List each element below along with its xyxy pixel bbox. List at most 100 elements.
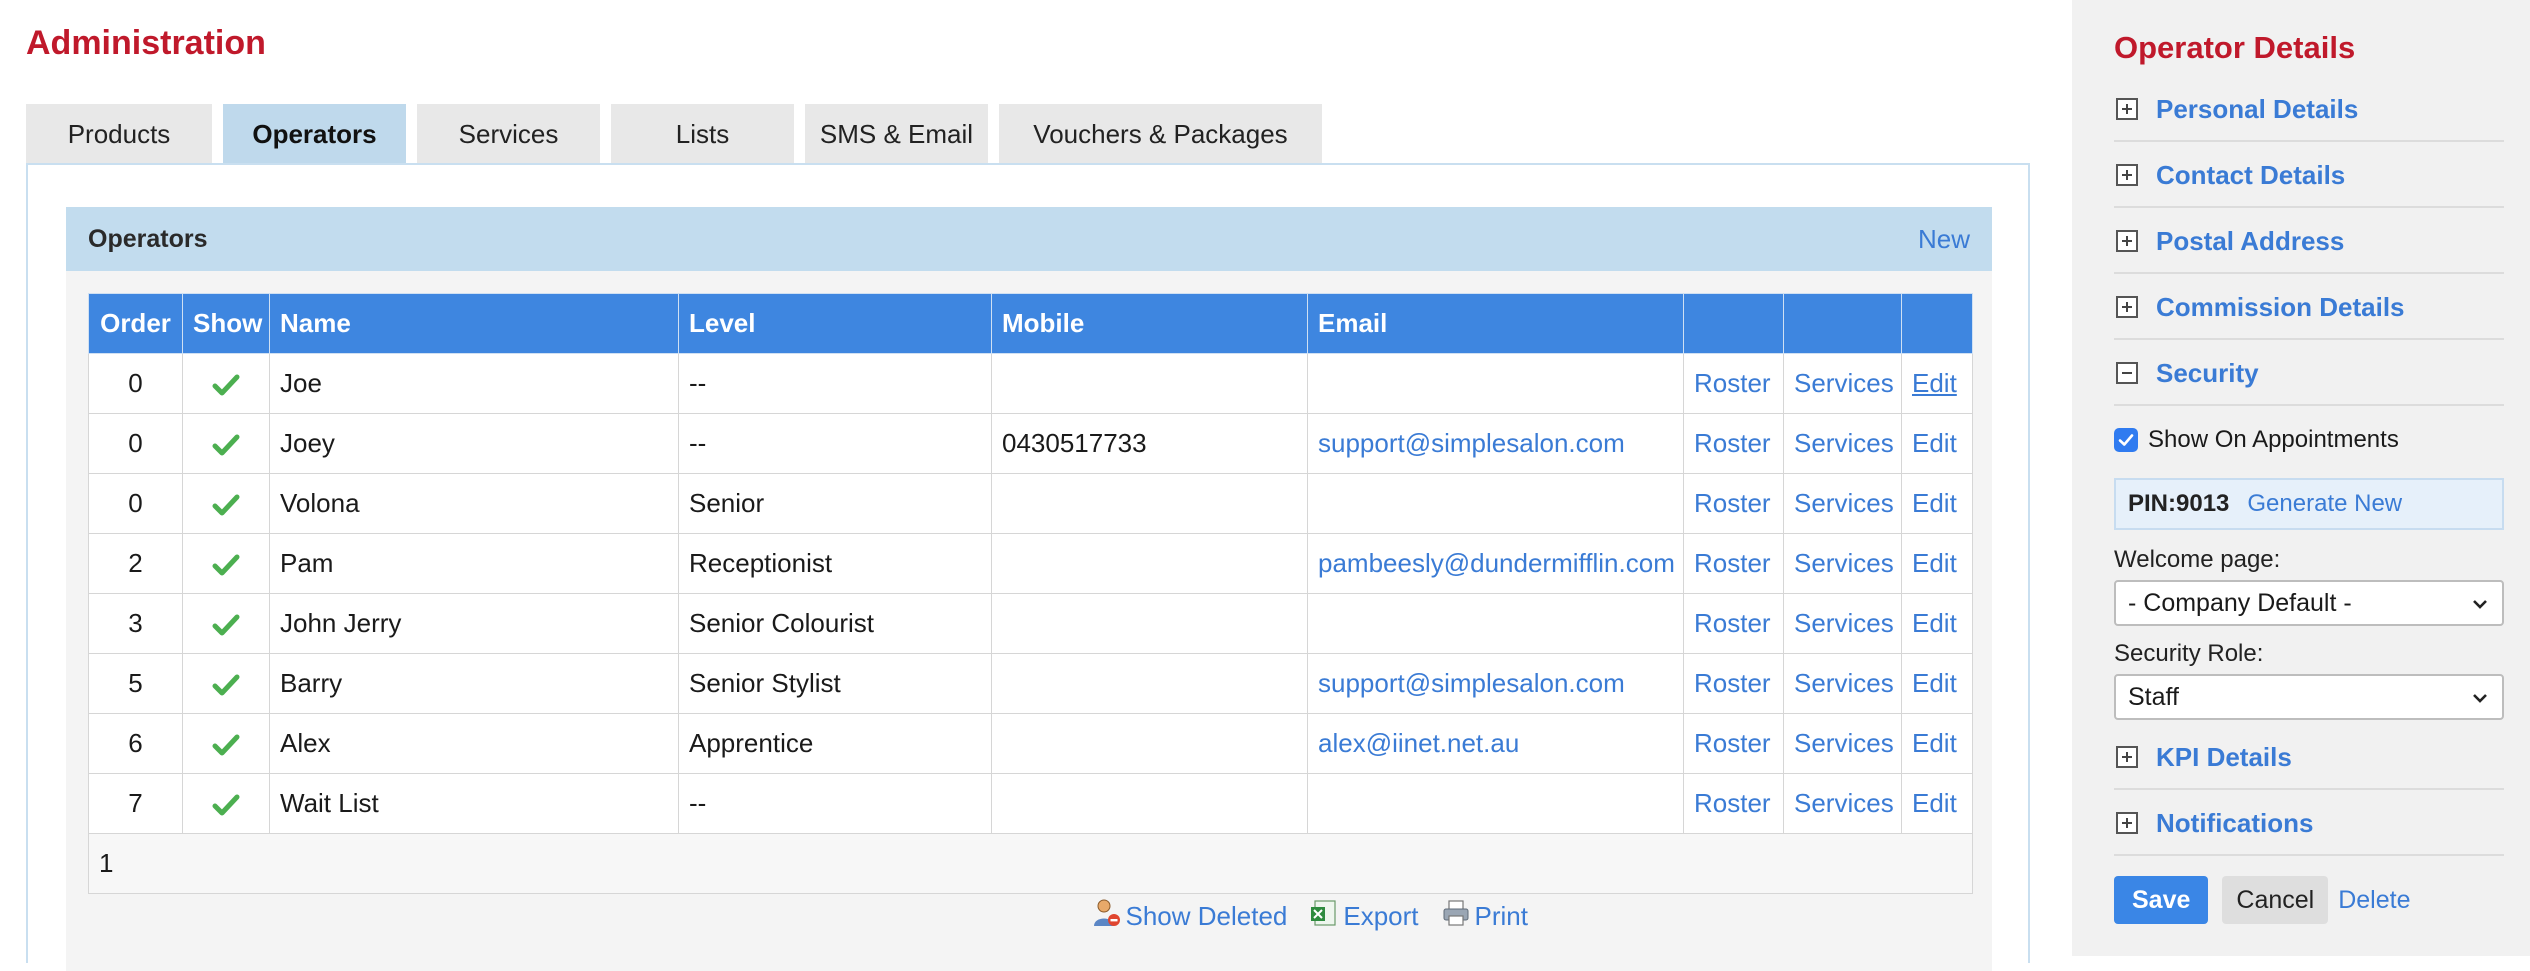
- col-header-show[interactable]: Show: [182, 293, 270, 354]
- col-header-level[interactable]: Level: [678, 293, 992, 354]
- col-header-roster: [1683, 293, 1784, 354]
- section-kpi-details[interactable]: KPI Details: [2114, 726, 2504, 790]
- edit-link[interactable]: Edit: [1912, 788, 1957, 818]
- col-header-mobile[interactable]: Mobile: [991, 293, 1308, 354]
- section-label[interactable]: Security: [2156, 358, 2259, 389]
- roster-link[interactable]: Roster: [1694, 368, 1771, 398]
- services-link[interactable]: Services: [1794, 788, 1894, 818]
- edit-link[interactable]: Edit: [1912, 368, 1957, 398]
- delete-link[interactable]: Delete: [2338, 886, 2410, 915]
- tab-lists[interactable]: Lists: [611, 104, 794, 164]
- services-link[interactable]: Services: [1794, 608, 1894, 638]
- cancel-button[interactable]: Cancel: [2222, 876, 2329, 924]
- show-on-appointments[interactable]: Show On Appointments: [2114, 426, 2399, 454]
- page-number[interactable]: 1: [88, 833, 1973, 894]
- section-label[interactable]: Commission Details: [2156, 292, 2405, 323]
- roster-link[interactable]: Roster: [1694, 428, 1771, 458]
- name-cell: Alex: [269, 713, 679, 774]
- services-link[interactable]: Services: [1794, 488, 1894, 518]
- table-row: 5 Barry Senior Stylist support@simplesalon.…: [88, 653, 1973, 714]
- email-link[interactable]: alex@iinet.net.au: [1318, 728, 1519, 758]
- show-on-appointments-label: Show On Appointments: [2148, 426, 2399, 453]
- show-deleted-action[interactable]: Show Deleted: [1091, 898, 1287, 935]
- name-cell: Joe: [269, 353, 679, 414]
- col-header-services: [1783, 293, 1902, 354]
- collapse-minus-icon[interactable]: [2116, 362, 2138, 384]
- security-role-select[interactable]: Staff: [2114, 674, 2504, 720]
- services-link[interactable]: Services: [1794, 548, 1894, 578]
- save-button[interactable]: Save: [2114, 876, 2209, 924]
- roster-link[interactable]: Roster: [1694, 548, 1771, 578]
- col-header-email[interactable]: Email: [1307, 293, 1684, 354]
- section-label[interactable]: Postal Address: [2156, 226, 2344, 257]
- level-cell: Apprentice: [678, 713, 992, 774]
- roster-link[interactable]: Roster: [1694, 488, 1771, 518]
- order-cell: 2: [88, 533, 183, 594]
- edit-link[interactable]: Edit: [1912, 548, 1957, 578]
- section-label[interactable]: KPI Details: [2156, 742, 2292, 773]
- section-postal-address[interactable]: Postal Address: [2114, 210, 2504, 274]
- expand-plus-icon[interactable]: [2116, 164, 2138, 186]
- edit-link[interactable]: Edit: [1912, 488, 1957, 518]
- roster-cell: Roster: [1683, 773, 1784, 834]
- section-label[interactable]: Notifications: [2156, 808, 2313, 839]
- order-cell: 0: [88, 353, 183, 414]
- check-icon: [211, 488, 241, 518]
- email-link[interactable]: support@simplesalon.com: [1318, 428, 1625, 458]
- show-cell: [182, 713, 270, 774]
- expand-plus-icon[interactable]: [2116, 812, 2138, 834]
- section-notifications[interactable]: Notifications: [2114, 792, 2504, 856]
- level-cell: Senior Stylist: [678, 653, 992, 714]
- expand-plus-icon[interactable]: [2116, 746, 2138, 768]
- services-link[interactable]: Services: [1794, 428, 1894, 458]
- section-label[interactable]: Contact Details: [2156, 160, 2345, 191]
- roster-link[interactable]: Roster: [1694, 608, 1771, 638]
- section-label[interactable]: Personal Details: [2156, 94, 2358, 125]
- check-icon: [211, 548, 241, 578]
- email-link[interactable]: pambeesly@dundermifflin.com: [1318, 548, 1675, 578]
- show-cell: [182, 473, 270, 534]
- section-personal-details[interactable]: Personal Details: [2114, 78, 2504, 142]
- welcome-page-select[interactable]: - Company Default -: [2114, 580, 2504, 626]
- services-link[interactable]: Services: [1794, 728, 1894, 758]
- print-action[interactable]: Print: [1441, 898, 1528, 935]
- edit-cell: Edit: [1901, 593, 1973, 654]
- services-link[interactable]: Services: [1794, 368, 1894, 398]
- show-on-appointments-checkbox[interactable]: [2114, 428, 2138, 452]
- print-link[interactable]: Print: [1475, 901, 1528, 932]
- operators-panel-header: Operators New: [66, 207, 1992, 271]
- tab-products[interactable]: Products: [26, 104, 212, 164]
- new-operator-link[interactable]: New: [1918, 207, 1970, 271]
- export-action[interactable]: Export: [1309, 898, 1419, 935]
- edit-link[interactable]: Edit: [1912, 668, 1957, 698]
- show-deleted-link[interactable]: Show Deleted: [1125, 901, 1287, 932]
- roster-link[interactable]: Roster: [1694, 728, 1771, 758]
- edit-link[interactable]: Edit: [1912, 428, 1957, 458]
- show-cell: [182, 533, 270, 594]
- section-contact-details[interactable]: Contact Details: [2114, 144, 2504, 208]
- email-cell: support@simplesalon.com: [1307, 413, 1684, 474]
- roster-link[interactable]: Roster: [1694, 668, 1771, 698]
- section-commission-details[interactable]: Commission Details: [2114, 276, 2504, 340]
- section-security[interactable]: Security: [2114, 342, 2504, 406]
- roster-link[interactable]: Roster: [1694, 788, 1771, 818]
- col-header-name[interactable]: Name: [269, 293, 679, 354]
- expand-plus-icon[interactable]: [2116, 98, 2138, 120]
- tab-sms-email[interactable]: SMS & Email: [805, 104, 988, 164]
- operators-panel-title: Operators: [88, 225, 208, 253]
- services-link[interactable]: Services: [1794, 668, 1894, 698]
- edit-link[interactable]: Edit: [1912, 728, 1957, 758]
- expand-plus-icon[interactable]: [2116, 230, 2138, 252]
- expand-plus-icon[interactable]: [2116, 296, 2138, 318]
- generate-new-pin-link[interactable]: Generate New: [2247, 490, 2402, 518]
- roster-cell: Roster: [1683, 353, 1784, 414]
- tab-services[interactable]: Services: [417, 104, 600, 164]
- tab-vouchers-packages[interactable]: Vouchers & Packages: [999, 104, 1322, 164]
- email-link[interactable]: support@simplesalon.com: [1318, 668, 1625, 698]
- col-header-order[interactable]: Order: [88, 293, 183, 354]
- email-cell: alex@iinet.net.au: [1307, 713, 1684, 774]
- roster-cell: Roster: [1683, 713, 1784, 774]
- export-link[interactable]: Export: [1343, 901, 1418, 932]
- tab-operators[interactable]: Operators: [223, 104, 406, 164]
- edit-link[interactable]: Edit: [1912, 608, 1957, 638]
